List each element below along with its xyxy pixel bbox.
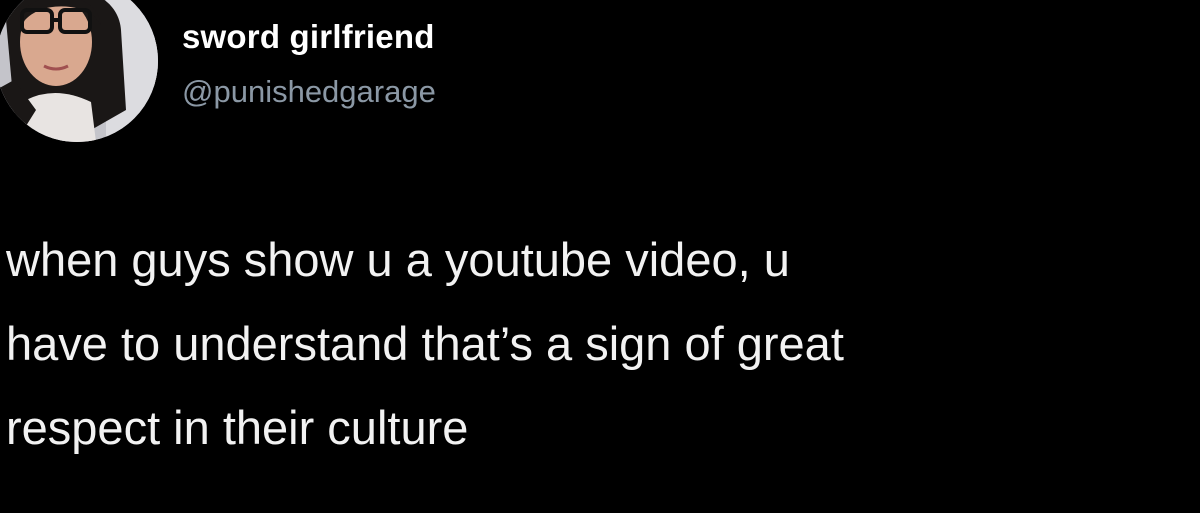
author-identity: sword girlfriend @punishedgarage: [182, 16, 436, 112]
tweet-card: sword girlfriend @punishedgarage when gu…: [0, 0, 1200, 513]
tweet-text: when guys show u a youtube video, u have…: [6, 218, 1196, 470]
tweet-text-line: have to understand that’s a sign of grea…: [6, 317, 844, 370]
display-name[interactable]: sword girlfriend: [182, 16, 436, 58]
tweet-header: sword girlfriend @punishedgarage: [0, 0, 700, 150]
tweet-text-line: when guys show u a youtube video, u: [6, 233, 790, 286]
tweet-text-line: respect in their culture: [6, 401, 469, 454]
avatar[interactable]: [0, 0, 158, 142]
profile-photo-icon: [0, 0, 158, 142]
user-handle[interactable]: @punishedgarage: [182, 72, 436, 112]
